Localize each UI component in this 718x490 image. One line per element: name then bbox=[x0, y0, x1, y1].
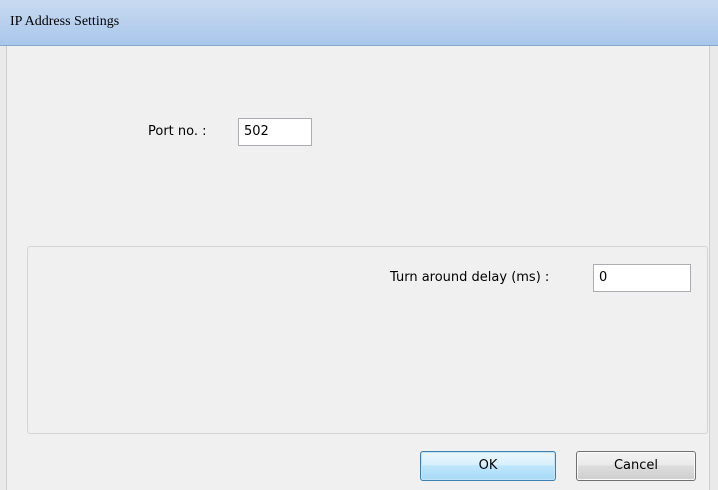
title-bar[interactable]: IP Address Settings bbox=[0, 0, 718, 46]
cancel-button[interactable]: Cancel bbox=[576, 451, 696, 481]
window-left-border bbox=[0, 46, 7, 490]
turnaround-delay-label: Turn around delay (ms) : bbox=[390, 270, 550, 285]
settings-group-box: Turn around delay (ms) : 0 bbox=[27, 246, 708, 434]
port-label: Port no. : bbox=[148, 124, 207, 139]
window-right-border bbox=[709, 46, 718, 490]
port-input[interactable]: 502 bbox=[238, 118, 312, 146]
turnaround-delay-input[interactable]: 0 bbox=[593, 264, 691, 292]
window-title: IP Address Settings bbox=[10, 14, 120, 29]
ip-address-settings-dialog: IP Address Settings Port no. : 502 Turn … bbox=[0, 0, 718, 490]
ok-button[interactable]: OK bbox=[420, 451, 556, 481]
